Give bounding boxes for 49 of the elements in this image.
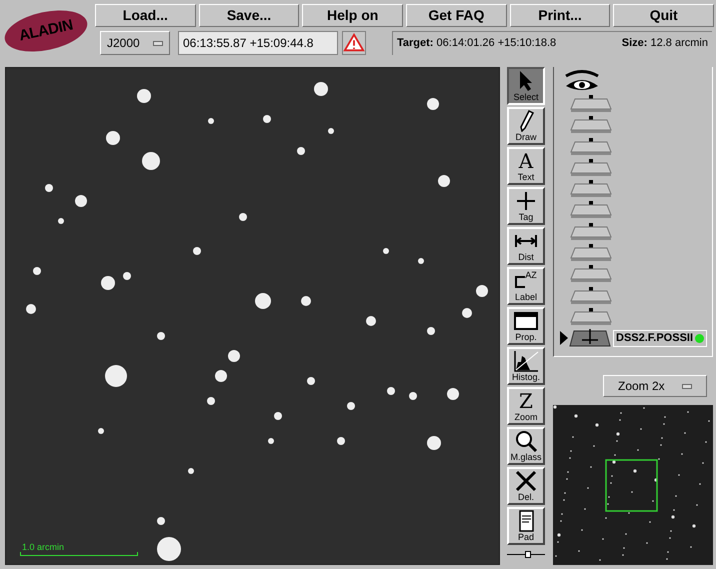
empty-plane-icon[interactable] (569, 180, 613, 198)
image-plane-icon[interactable] (569, 329, 611, 348)
empty-plane-icon[interactable] (569, 286, 613, 305)
empty-plane-icon[interactable] (569, 222, 613, 241)
target-text: Target: 06:14:01.26 +15:10:18.8 (397, 36, 556, 52)
tool-button[interactable]: A Text (507, 147, 545, 185)
dropdown-indicator-icon (682, 384, 692, 388)
menu-button[interactable]: Load... (95, 4, 196, 27)
tool-button[interactable]: Del. (507, 467, 545, 505)
tool-button[interactable]: Pad (507, 507, 545, 545)
layer-label[interactable]: DSS2.F.POSSII (613, 330, 708, 347)
tool-button[interactable]: Prop. (507, 307, 545, 345)
dropdown-indicator-icon (153, 40, 163, 46)
tool-button[interactable]: Draw (507, 107, 545, 145)
empty-plane-icon[interactable] (569, 138, 613, 156)
menu-button[interactable]: Quit (613, 4, 714, 27)
warning-icon[interactable] (342, 31, 366, 55)
tool-button[interactable]: AZ Label (507, 267, 545, 305)
frame-dropdown[interactable]: J2000 (100, 31, 170, 55)
menu-button[interactable]: Print... (510, 4, 610, 27)
menu-button[interactable]: Save... (198, 4, 300, 27)
empty-plane-icon[interactable] (569, 244, 613, 262)
zoom-dropdown[interactable]: Zoom 2x (603, 375, 707, 397)
eye-icon[interactable] (563, 69, 601, 93)
empty-plane-icon[interactable] (569, 116, 613, 134)
menu-button[interactable]: Help on (302, 4, 404, 27)
empty-plane-icon[interactable] (569, 265, 613, 284)
scale-label: 1.0 arcmin (22, 542, 66, 552)
slider[interactable] (507, 551, 545, 558)
thumbnail-star-field[interactable] (553, 405, 713, 565)
letter-icon: A (518, 150, 534, 172)
menu-button[interactable]: Get FAQ (406, 4, 507, 27)
empty-plane-icon[interactable] (569, 201, 613, 220)
cross-icon (513, 470, 539, 492)
tool-button[interactable]: Histog. (507, 347, 545, 385)
histogram-icon (513, 350, 539, 372)
empty-plane-icon[interactable] (569, 158, 613, 177)
window-icon (513, 310, 539, 332)
letter-icon: Z (519, 390, 533, 412)
sky-image[interactable]: 1.0 arcmin (5, 67, 500, 565)
tool-button[interactable]: Tag (507, 187, 545, 225)
tool-button[interactable]: Select (507, 67, 545, 105)
tool-button[interactable]: Dist (507, 227, 545, 265)
slider-thumb[interactable] (524, 551, 531, 558)
size-text: Size: 12.8 arcmin (622, 36, 708, 52)
tool-button[interactable]: M.glass (507, 427, 545, 465)
tool-button[interactable]: Z Zoom (507, 387, 545, 425)
magnifier-icon (513, 430, 539, 452)
position-field[interactable]: 06:13:55.87 +15:09:44.8 (178, 31, 338, 55)
